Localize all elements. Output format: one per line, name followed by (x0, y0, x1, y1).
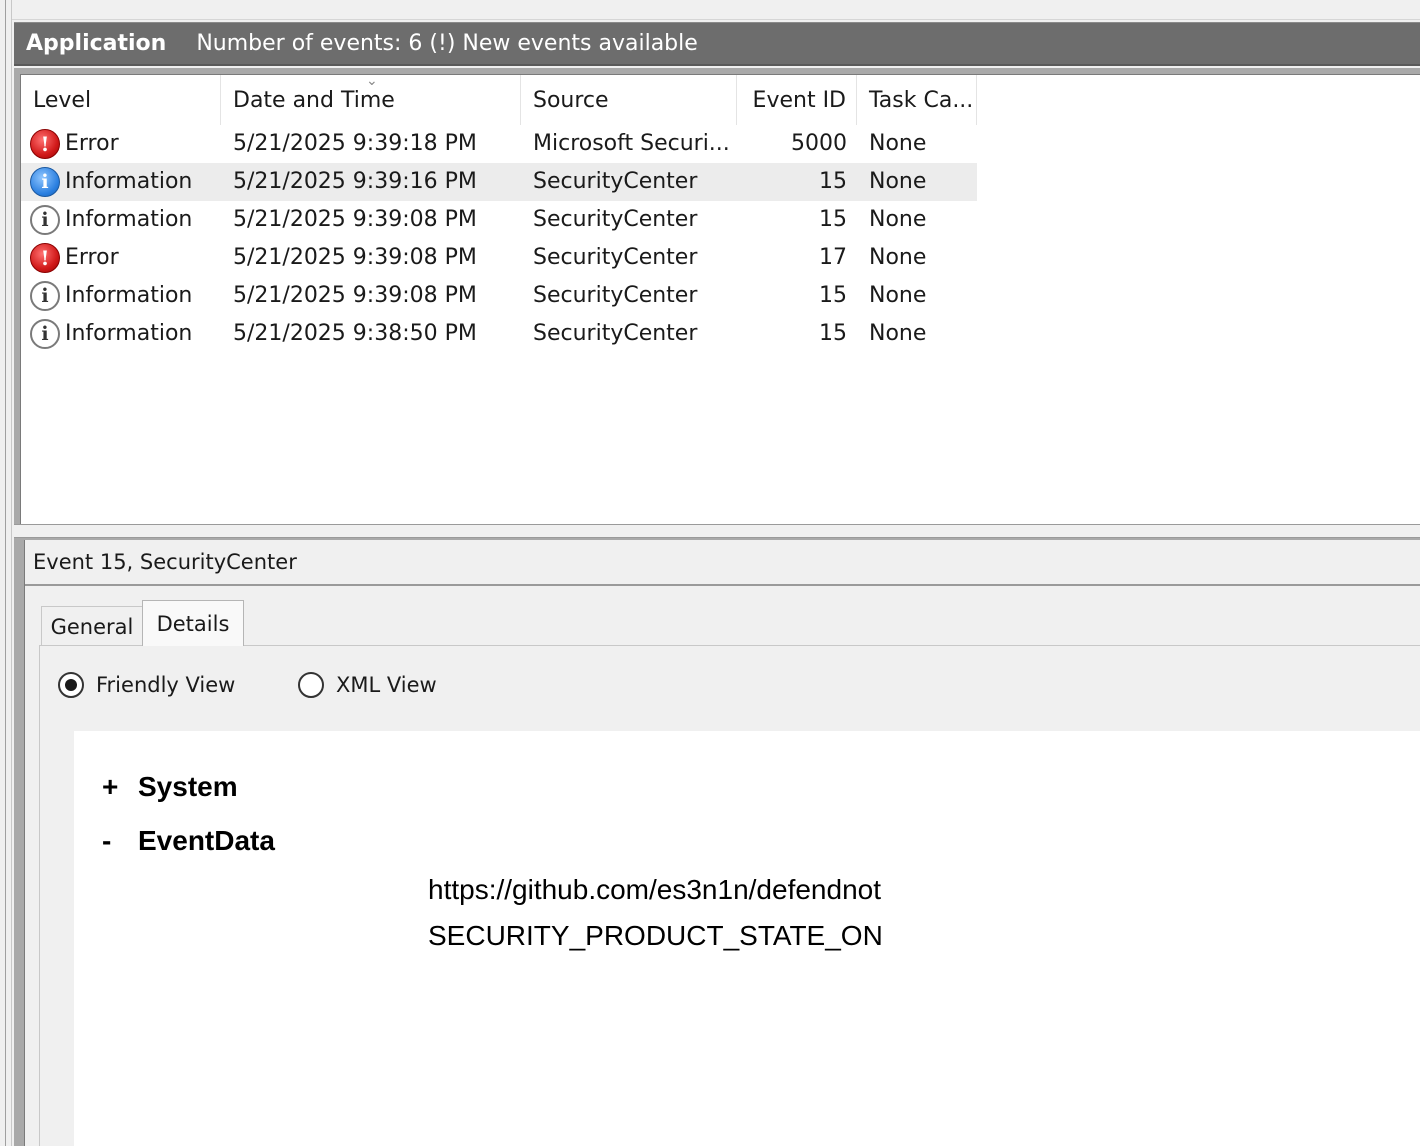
event-source: SecurityCenter (533, 169, 698, 194)
event-task-category: None (869, 283, 927, 308)
xml-view-radio[interactable] (298, 672, 324, 698)
event-data-value: SECURITY_PRODUCT_STATE_ON (428, 920, 883, 951)
friendly-view-radio[interactable] (58, 672, 84, 698)
event-list-frame: Level ⌄ Date and Time Source Event ID Ta… (14, 68, 1420, 526)
event-row[interactable]: ! Error 5/21/2025 9:39:18 PM Microsoft S… (21, 125, 1420, 163)
column-header-event-id-label: Event ID (752, 87, 846, 113)
info-icon: i (30, 281, 60, 311)
event-row-selected[interactable]: i Information 5/21/2025 9:39:16 PM Secur… (21, 163, 1420, 201)
column-header-task-category[interactable]: Task Ca... (857, 75, 977, 125)
event-id: 15 (819, 283, 847, 308)
expand-toggle[interactable]: + (102, 771, 138, 803)
xml-view-option[interactable]: XML View (298, 672, 437, 698)
event-id: 15 (819, 207, 847, 232)
event-id: 15 (819, 321, 847, 346)
tree-node-system[interactable]: + System (102, 771, 238, 803)
event-count-status: Number of events: 6 (!) New events avail… (196, 31, 698, 56)
event-level: Information (65, 207, 193, 232)
tab-details[interactable]: Details (142, 600, 244, 646)
column-header-source-label: Source (533, 87, 609, 113)
log-header-bar: Application Number of events: 6 (!) New … (14, 22, 1420, 66)
tree-node-eventdata[interactable]: - EventData (102, 825, 275, 857)
column-header-task-category-label: Task Ca... (869, 87, 974, 113)
event-id: 5000 (791, 131, 847, 156)
event-source: SecurityCenter (533, 207, 698, 232)
event-datetime: 5/21/2025 9:39:08 PM (233, 207, 477, 232)
error-icon: ! (30, 243, 60, 273)
event-level: Information (65, 283, 193, 308)
window-top-strip (0, 0, 1420, 20)
friendly-view-content: + System - EventData https://github.com/… (74, 731, 1420, 1146)
event-datetime: 5/21/2025 9:39:08 PM (233, 245, 477, 270)
event-level: Error (65, 131, 119, 156)
event-data-value: https://github.com/es3n1n/defendnot (428, 874, 881, 905)
event-source: Microsoft Securi... (533, 131, 730, 156)
event-source: SecurityCenter (533, 283, 698, 308)
event-datetime: 5/21/2025 9:38:50 PM (233, 321, 477, 346)
column-header-event-id[interactable]: Event ID (737, 75, 857, 125)
tab-general[interactable]: General (41, 606, 143, 646)
event-datetime: 5/21/2025 9:39:18 PM (233, 131, 477, 156)
event-source: SecurityCenter (533, 245, 698, 270)
event-row[interactable]: i Information 5/21/2025 9:38:50 PM Secur… (21, 315, 1420, 353)
event-row[interactable]: ! Error 5/21/2025 9:39:08 PM SecurityCen… (21, 239, 1420, 277)
log-name: Application (26, 31, 167, 56)
event-datetime: 5/21/2025 9:39:08 PM (233, 283, 477, 308)
info-icon: i (30, 319, 60, 349)
column-header-level[interactable]: Level (21, 75, 221, 125)
title-divider (25, 584, 1420, 586)
collapse-toggle[interactable]: - (102, 825, 138, 857)
event-id: 17 (819, 245, 847, 270)
event-list[interactable]: Level ⌄ Date and Time Source Event ID Ta… (20, 73, 1420, 526)
column-header-datetime[interactable]: ⌄ Date and Time (221, 73, 521, 125)
error-icon: ! (30, 129, 60, 159)
friendly-view-option[interactable]: Friendly View (58, 672, 235, 698)
event-task-category: None (869, 321, 927, 346)
event-details-title: Event 15, SecurityCenter (33, 550, 297, 574)
pane-splitter[interactable] (14, 524, 1420, 538)
event-task-category: None (869, 169, 927, 194)
tree-node-label: System (138, 771, 238, 802)
friendly-view-label: Friendly View (96, 673, 236, 697)
xml-view-label: XML View (336, 673, 437, 697)
event-source: SecurityCenter (533, 321, 698, 346)
info-icon: i (30, 167, 60, 197)
left-pane-edge[interactable] (0, 0, 12, 1146)
sort-descending-icon: ⌄ (366, 73, 378, 89)
event-level: Information (65, 321, 193, 346)
event-details-pane: Event 15, SecurityCenter General Details… (24, 540, 1420, 1146)
column-header-level-label: Level (33, 87, 92, 113)
event-task-category: None (869, 245, 927, 270)
info-icon: i (30, 205, 60, 235)
event-task-category: None (869, 207, 927, 232)
column-header-datetime-label: Date and Time (233, 87, 395, 113)
event-level: Error (65, 245, 119, 270)
details-tab-body: Friendly View XML View + System - EventD… (39, 645, 1420, 1146)
event-id: 15 (819, 169, 847, 194)
column-header-source[interactable]: Source (521, 75, 737, 125)
event-row[interactable]: i Information 5/21/2025 9:39:08 PM Secur… (21, 277, 1420, 315)
tree-node-label: EventData (138, 825, 275, 856)
event-row[interactable]: i Information 5/21/2025 9:39:08 PM Secur… (21, 201, 1420, 239)
event-datetime: 5/21/2025 9:39:16 PM (233, 169, 477, 194)
event-level: Information (65, 169, 193, 194)
event-details-frame: Event 15, SecurityCenter General Details… (14, 538, 1420, 1146)
event-task-category: None (869, 131, 927, 156)
